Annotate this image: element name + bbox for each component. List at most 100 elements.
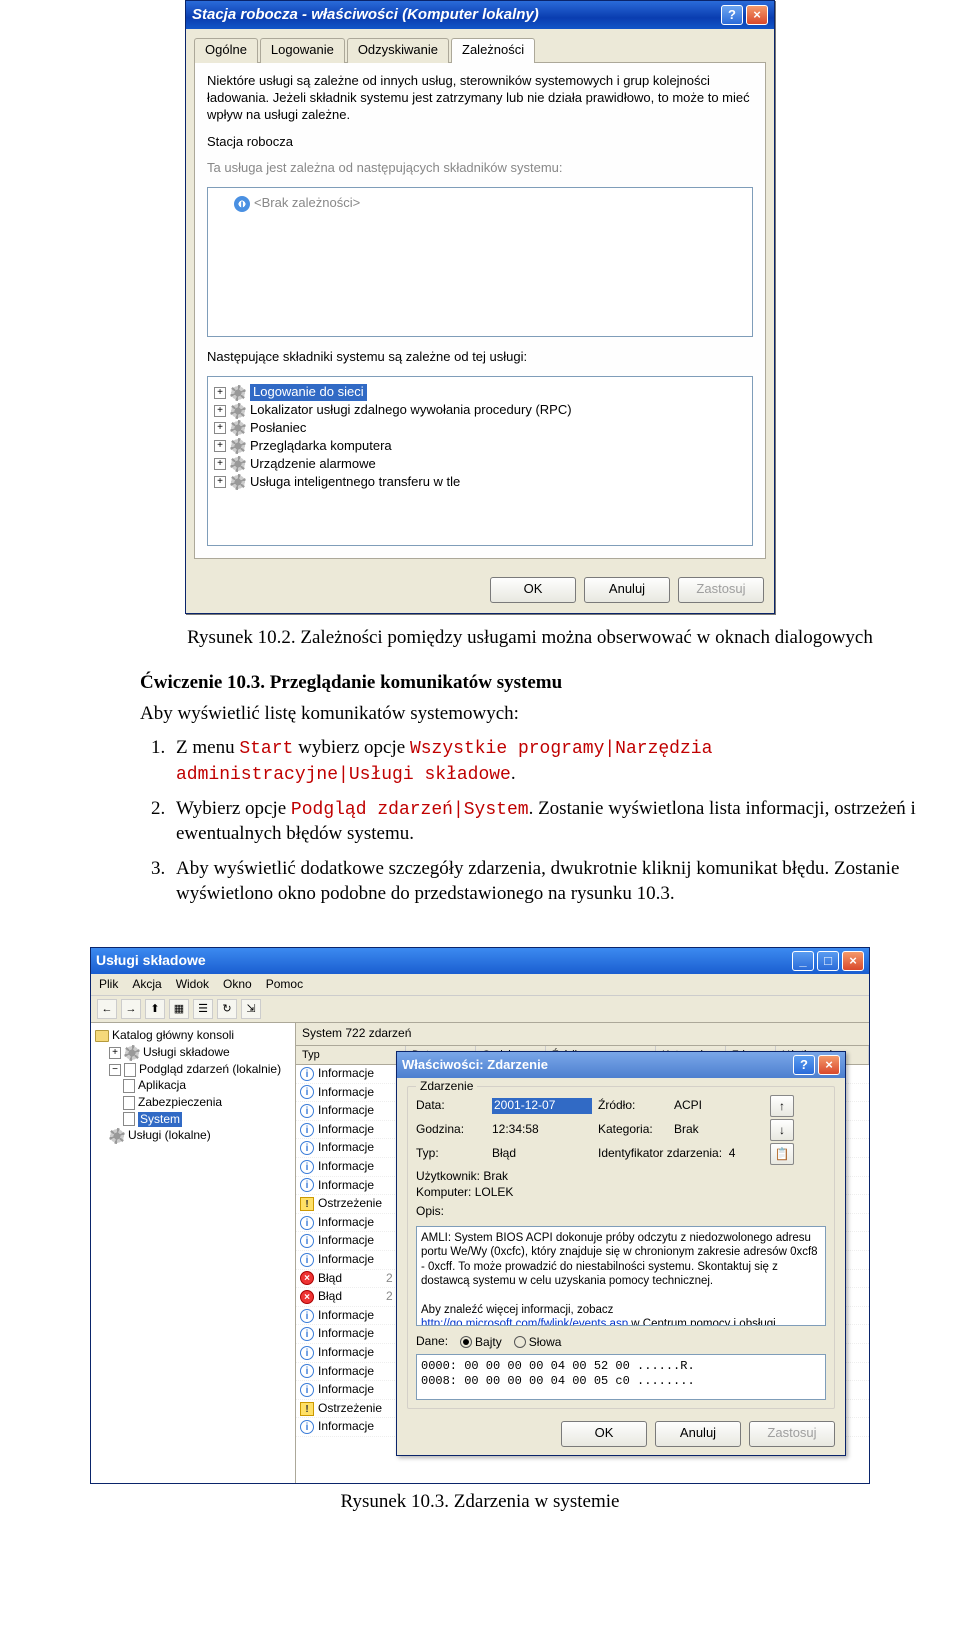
nav-root[interactable]: Katalog główny konsoli — [112, 1028, 234, 1044]
close-icon[interactable]: × — [746, 5, 768, 25]
gear-icon — [109, 1128, 125, 1144]
expand-icon[interactable]: + — [214, 476, 226, 488]
figure-caption-1: Rysunek 10.2. Zależności pomiędzy usługa… — [140, 626, 920, 651]
tree-item[interactable]: +Posłaniec — [214, 420, 746, 437]
info-icon: i — [300, 1420, 314, 1434]
depends-on-tree[interactable]: i <Brak zależności> — [207, 187, 753, 337]
info-icon: i — [300, 1123, 314, 1137]
info-icon: i — [300, 1216, 314, 1230]
expand-icon[interactable]: + — [214, 440, 226, 452]
expand-icon[interactable]: + — [214, 422, 226, 434]
hex-box[interactable]: 0000: 00 00 00 00 04 00 52 00 ......R. 0… — [416, 1354, 826, 1400]
help-link[interactable]: http://go.microsoft.com/fwlink/events.as… — [421, 1318, 628, 1326]
list-icon[interactable]: ☰ — [193, 999, 213, 1019]
step-1: Z menu Start wybierz opcje Wszystkie pro… — [170, 736, 920, 787]
event-type-label: Informacje — [318, 1345, 374, 1361]
page-icon — [123, 1096, 135, 1110]
menu-action[interactable]: Akcja — [132, 977, 161, 993]
apply-button[interactable]: Zastosuj — [678, 577, 764, 603]
col-type[interactable]: Typ — [296, 1046, 406, 1064]
copy-button[interactable]: 📋 — [770, 1143, 794, 1165]
tree-item[interactable]: +Logowanie do sieci — [214, 384, 746, 401]
val-cat: Brak — [674, 1122, 764, 1138]
tab-dependencies[interactable]: Zależności — [451, 38, 535, 63]
list-header: System 722 zdarzeń — [296, 1023, 869, 1046]
close-icon[interactable]: × — [842, 951, 864, 971]
minimize-icon[interactable]: _ — [792, 951, 814, 971]
nav-item[interactable]: Aplikacja — [138, 1078, 186, 1094]
cancel-button[interactable]: Anuluj — [584, 577, 670, 603]
mmc-window: Usługi składowe _ □ × Plik Akcja Widok O… — [90, 947, 870, 1485]
info-icon: i — [300, 1327, 314, 1341]
tree-item[interactable]: + Usługa inteligentnego transferu w tle — [214, 474, 746, 491]
tree-label: Urządzenie alarmowe — [250, 456, 376, 473]
tree-label: Usługa inteligentnego transferu w tle — [250, 474, 460, 491]
ev-apply-button[interactable]: Zastosuj — [749, 1421, 835, 1447]
book-icon — [124, 1063, 136, 1077]
tab-logon[interactable]: Logowanie — [260, 38, 345, 63]
maximize-icon[interactable]: □ — [817, 951, 839, 971]
forward-icon[interactable]: → — [121, 999, 141, 1019]
titlebar[interactable]: Stacja robocza - właściwości (Komputer l… — [186, 1, 774, 29]
ok-button[interactable]: OK — [490, 577, 576, 603]
nav-item[interactable]: Zabezpieczenia — [138, 1095, 222, 1111]
lbl-date: Data: — [416, 1098, 486, 1114]
refresh-icon[interactable]: ↻ — [217, 999, 237, 1019]
lbl-source: Źródło: — [598, 1098, 668, 1114]
val-type: Błąd — [492, 1146, 592, 1162]
menu-file[interactable]: Plik — [99, 977, 118, 993]
tree-item[interactable]: +Przeglądarka komputera — [214, 438, 746, 455]
event-type-label: Błąd — [318, 1271, 342, 1287]
page-icon — [123, 1079, 135, 1093]
nav-item[interactable]: Usługi składowe — [143, 1045, 230, 1061]
ev-cancel-button[interactable]: Anuluj — [655, 1421, 741, 1447]
back-icon[interactable]: ← — [97, 999, 117, 1019]
expand-icon[interactable]: + — [109, 1047, 121, 1059]
radio-bytes[interactable] — [460, 1336, 472, 1348]
up-icon[interactable]: ⬆ — [145, 999, 165, 1019]
ev-ok-button[interactable]: OK — [561, 1421, 647, 1447]
info-icon: i — [300, 1160, 314, 1174]
folder-icon — [95, 1030, 109, 1042]
close-icon[interactable]: × — [818, 1055, 840, 1075]
evprop-titlebar[interactable]: Właściwości: Zdarzenie ? × — [397, 1052, 845, 1078]
error-icon: × — [300, 1271, 314, 1285]
menu-help[interactable]: Pomoc — [266, 977, 303, 993]
lbl-desc: Opis: — [416, 1204, 826, 1220]
info-icon: i — [300, 1364, 314, 1378]
dependents-tree[interactable]: +Logowanie do sieci +Lokalizator usługi … — [207, 376, 753, 546]
help-icon[interactable]: ? — [793, 1055, 815, 1075]
info-icon: i — [300, 1104, 314, 1118]
up-button[interactable]: ↑ — [770, 1095, 794, 1117]
info-icon: i — [234, 196, 250, 212]
radio-words[interactable] — [514, 1336, 526, 1348]
expand-icon[interactable]: + — [214, 405, 226, 417]
event-type-label: Informacje — [318, 1178, 374, 1194]
mono-start: Start — [239, 739, 293, 759]
tab-recovery[interactable]: Odzyskiwanie — [347, 38, 449, 63]
nav-tree[interactable]: Katalog główny konsoli +Usługi składowe … — [91, 1023, 296, 1483]
expand-icon[interactable]: − — [109, 1064, 121, 1076]
menu-window[interactable]: Okno — [223, 977, 252, 993]
nav-item[interactable]: Usługi (lokalne) — [128, 1128, 211, 1144]
menu-view[interactable]: Widok — [176, 977, 209, 993]
down-button[interactable]: ↓ — [770, 1119, 794, 1141]
event-type-label: Informacje — [318, 1326, 374, 1342]
dialog-buttons: OK Anuluj Zastosuj — [186, 567, 774, 613]
props-icon[interactable]: ▦ — [169, 999, 189, 1019]
tree-item[interactable]: +Lokalizator usługi zdalnego wywołania p… — [214, 402, 746, 419]
nav-item-selected[interactable]: System — [138, 1112, 182, 1128]
export-icon[interactable]: ⇲ — [241, 999, 261, 1019]
nav-item[interactable]: Podgląd zdarzeń (lokalnie) — [139, 1062, 281, 1078]
expand-icon[interactable]: + — [214, 387, 226, 399]
tab-general[interactable]: Ogólne — [194, 38, 258, 63]
description-box[interactable]: AMLI: System BIOS ACPI dokonuje próby od… — [416, 1226, 826, 1326]
step-3: Aby wyświetlić dodatkowe szczegóły zdarz… — [170, 857, 920, 906]
mmc-titlebar[interactable]: Usługi składowe _ □ × — [91, 948, 869, 974]
gear-icon — [230, 420, 246, 436]
tab-body: Niektóre usługi są zależne od innych usł… — [194, 62, 766, 559]
help-icon[interactable]: ? — [721, 5, 743, 25]
gear-icon — [230, 456, 246, 472]
tree-item[interactable]: + Urządzenie alarmowe — [214, 456, 746, 473]
expand-icon[interactable]: + — [214, 458, 226, 470]
